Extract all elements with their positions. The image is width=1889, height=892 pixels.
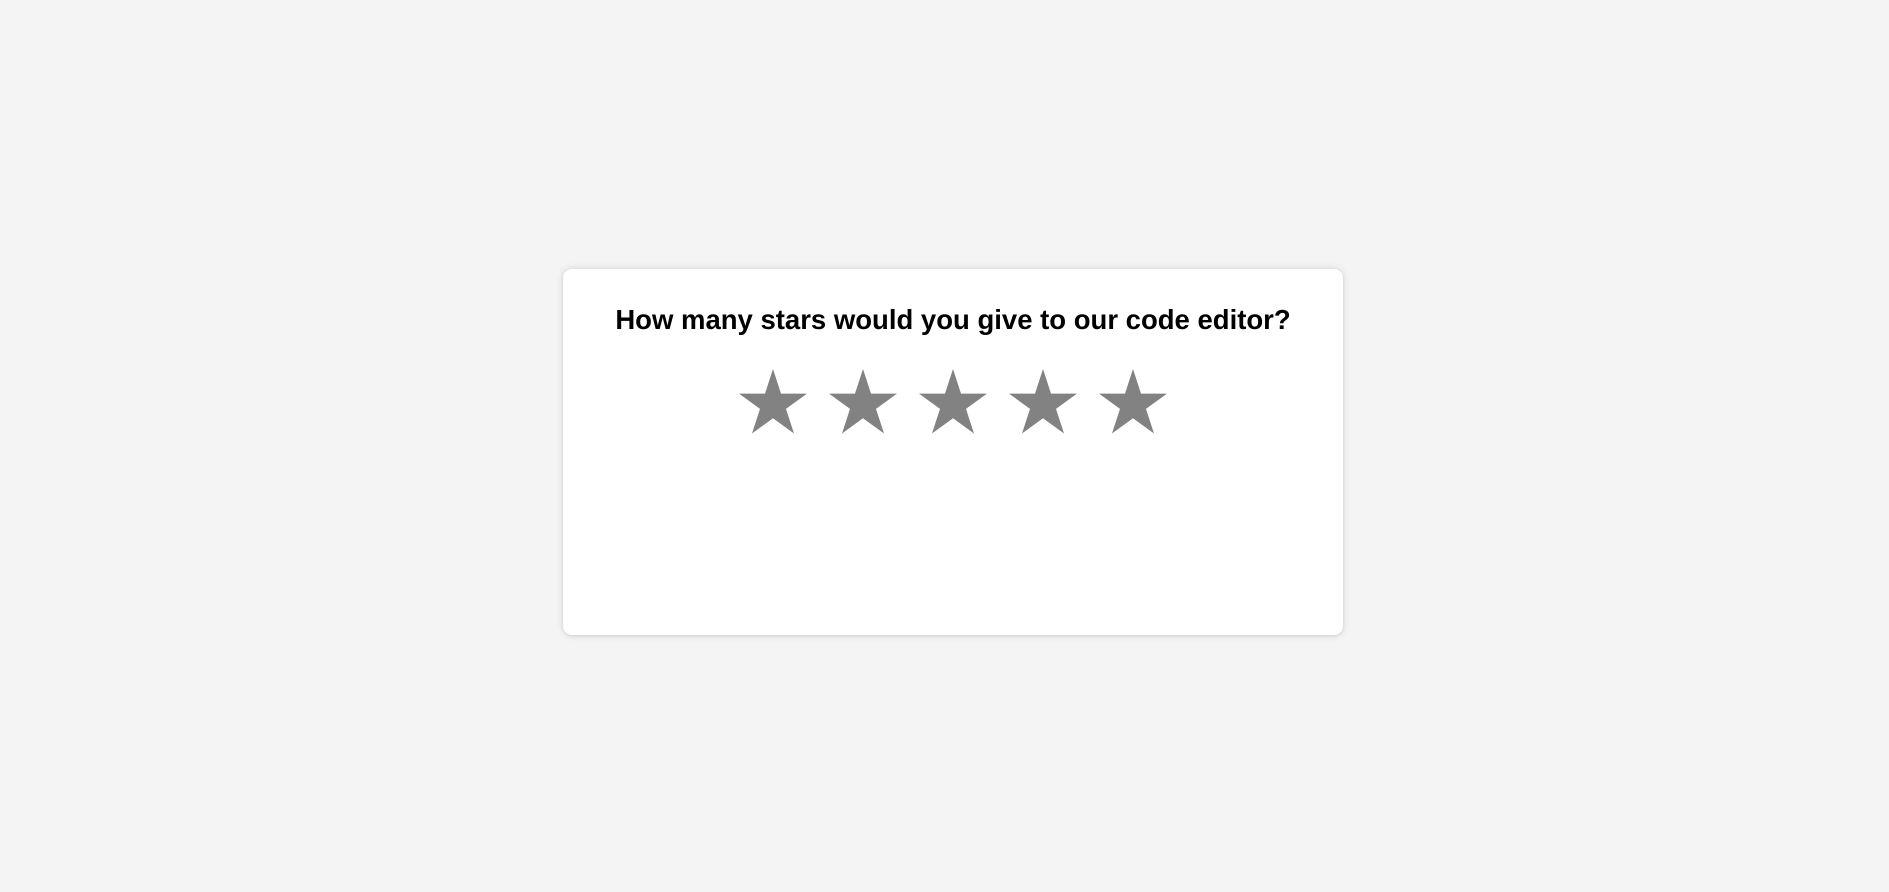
star-1-icon[interactable] [739,369,807,435]
star-rating [563,369,1343,435]
rating-question: How many stars would you give to our cod… [615,304,1291,335]
star-5-icon[interactable] [1099,369,1167,435]
rating-card: How many stars would you give to our cod… [563,269,1343,635]
star-4-icon[interactable] [1009,369,1077,435]
star-3-icon[interactable] [919,369,987,435]
star-2-icon[interactable] [829,369,897,435]
